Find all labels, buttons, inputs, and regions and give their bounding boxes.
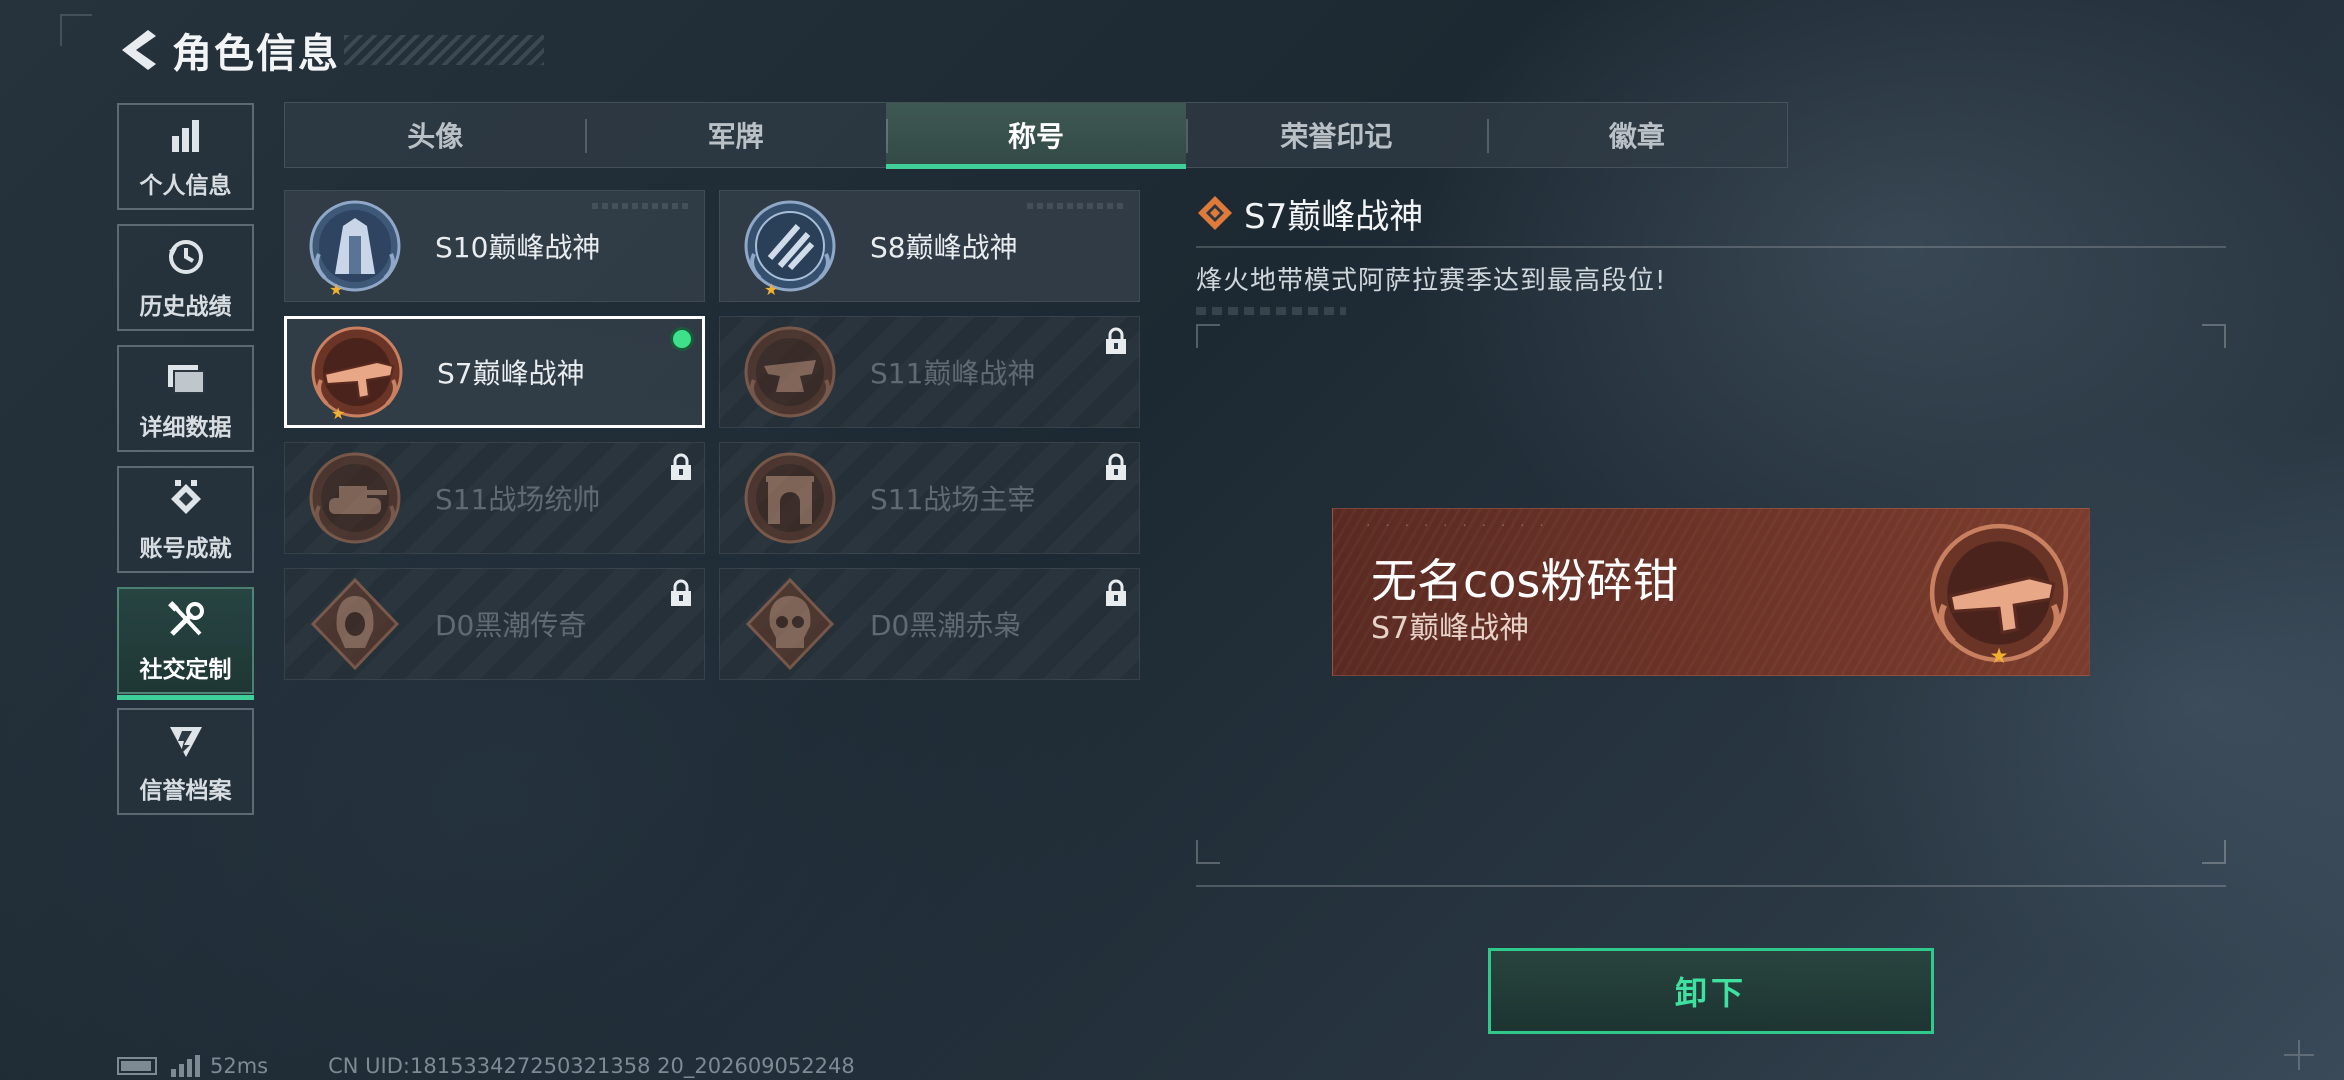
title-name: S11巅峰战神: [870, 357, 1036, 390]
lock-icon: [1106, 327, 1126, 354]
sidebar-item-label: 社交定制: [139, 656, 232, 683]
sidebar-item-history[interactable]: 历史战绩: [117, 224, 254, 331]
sidebar-item-achievements[interactable]: 账号成就: [117, 466, 254, 573]
tab-honor-mark[interactable]: 荣誉印记: [1186, 103, 1486, 167]
title-name: D0黑潮传奇: [435, 609, 587, 642]
tab-avatar[interactable]: 头像: [285, 103, 585, 167]
bronze-gun-badge-icon: [307, 322, 407, 422]
sidebar-item-label: 信誉档案: [139, 777, 232, 804]
title-card-locked[interactable]: D0黑潮传奇: [284, 568, 705, 680]
sidebar-item-personal-info[interactable]: 个人信息: [117, 103, 254, 210]
title-card-locked[interactable]: S11战场主宰: [719, 442, 1140, 554]
credit-shield-icon: [168, 719, 204, 763]
signal-icon: [171, 1055, 200, 1077]
title-name: D0黑潮赤枭: [870, 609, 1022, 642]
sidebar-item-label: 账号成就: [139, 535, 232, 562]
title-detail-panel: S7巅峰战神 烽火地带模式阿萨拉赛季达到最高段位!: [1196, 188, 2226, 315]
bronze-arch-badge-icon: [740, 448, 840, 548]
back-button[interactable]: [116, 25, 160, 75]
lock-icon: [671, 579, 691, 606]
sidebar-item-label: 历史战绩: [139, 293, 232, 320]
svg-text:★: ★: [1989, 644, 2008, 669]
back-arrow-icon: [122, 30, 156, 70]
equipped-indicator: [670, 327, 694, 351]
card-decoration: [592, 203, 692, 209]
title-decoration: [344, 35, 544, 65]
tab-badge[interactable]: 徽章: [1486, 103, 1787, 167]
title-card-locked[interactable]: D0黑潮赤枭: [719, 568, 1140, 680]
player-name: 无名cos粉碎钳: [1371, 554, 1679, 608]
folder-icon: [166, 356, 206, 400]
title-card[interactable]: ★ S10巅峰战神: [284, 190, 705, 302]
detail-title: S7巅峰战神: [1244, 196, 1424, 237]
bronze-hooded-badge-icon: [305, 574, 405, 674]
tab-dog-tag[interactable]: 军牌: [585, 103, 885, 167]
title-card-locked[interactable]: S11战场统帅: [284, 442, 705, 554]
star-icon: ★: [331, 404, 346, 423]
lock-icon: [671, 453, 691, 480]
title-card-selected[interactable]: ★ S7巅峰战神: [284, 316, 705, 428]
frame-corner-decoration: [60, 14, 92, 46]
bar-chart-icon: [168, 114, 204, 158]
battery-icon: [117, 1057, 157, 1075]
unequip-button[interactable]: 卸下: [1488, 948, 1934, 1034]
page-header: 角色信息: [116, 22, 544, 78]
title-card-locked[interactable]: S11巅峰战神: [719, 316, 1140, 428]
rank-diamond-icon: [1198, 196, 1232, 230]
title-name: S11战场统帅: [435, 483, 601, 516]
bronze-gun-badge-icon: ★: [1923, 517, 2075, 669]
sidebar-item-detailed-data[interactable]: 详细数据: [117, 345, 254, 452]
detail-decoration: [1196, 307, 1346, 315]
sidebar-item-social-customization[interactable]: 社交定制: [117, 587, 254, 700]
crosshair-decoration: [2284, 1040, 2314, 1070]
nameplate-title: S7巅峰战神: [1371, 611, 1530, 646]
bronze-tank-badge-icon: [305, 448, 405, 548]
history-clock-icon: [167, 235, 205, 279]
divider: [1196, 246, 2226, 248]
divider: [1196, 885, 2226, 887]
tab-title[interactable]: 称号: [885, 103, 1187, 169]
status-bar: 52ms CN UID:181533427250321358 20_202609…: [117, 1052, 855, 1080]
ping-value: 52ms: [210, 1054, 269, 1078]
bronze-anvil-badge-icon: [740, 322, 840, 422]
sidebar-item-credit-profile[interactable]: 信誉档案: [117, 708, 254, 815]
bronze-skull-badge-icon: [740, 574, 840, 674]
title-grid: ★ S10巅峰战神 ★ S8巅峰战神 ★ S7巅峰战神 S11巅峰战神 S11战…: [284, 190, 1140, 680]
nameplate-decoration: · · · · · · · · · ·: [1365, 519, 1548, 532]
lock-icon: [1106, 453, 1126, 480]
lock-icon: [1106, 579, 1126, 606]
star-icon: ★: [764, 280, 779, 299]
page-title: 角色信息: [172, 31, 340, 77]
blue-tower-badge-icon: [305, 196, 405, 296]
sidebar-item-label: 详细数据: [139, 414, 232, 441]
tab-bar: 头像 军牌 称号 荣誉印记 徽章: [284, 102, 1788, 169]
detail-description: 烽火地带模式阿萨拉赛季达到最高段位!: [1196, 266, 1667, 296]
tools-icon: [166, 598, 206, 642]
sidebar: 个人信息 历史战绩 详细数据 账号成就 社交定制 信誉档案: [117, 103, 254, 829]
title-card[interactable]: ★ S8巅峰战神: [719, 190, 1140, 302]
achievement-icon: [167, 477, 205, 521]
title-name: S11战场主宰: [870, 483, 1036, 516]
card-decoration: [1027, 203, 1127, 209]
unequip-button-label: 卸下: [1674, 974, 1747, 1012]
title-name: S10巅峰战神: [435, 231, 601, 264]
uid-text: CN UID:181533427250321358 20_20260905224…: [328, 1054, 855, 1078]
star-icon: ★: [329, 280, 344, 299]
sidebar-item-label: 个人信息: [139, 172, 232, 199]
title-name: S8巅峰战神: [870, 231, 1018, 264]
blue-emblem-badge-icon: [740, 196, 840, 296]
title-name: S7巅峰战神: [437, 357, 585, 390]
nameplate-preview: · · · · · · · · · · 无名cos粉碎钳 S7巅峰战神 ★: [1332, 508, 2090, 676]
